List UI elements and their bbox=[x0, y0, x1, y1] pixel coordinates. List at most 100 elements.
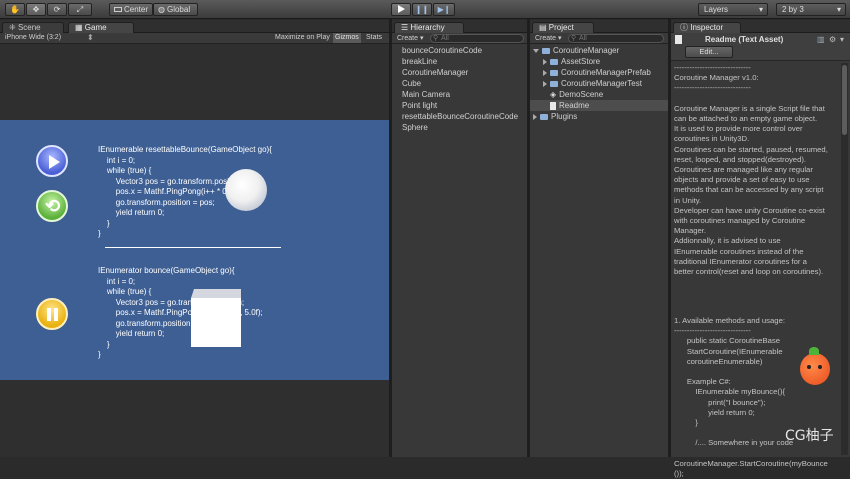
hand-tool-button[interactable]: ✋ bbox=[5, 3, 25, 16]
expand-arrow-icon[interactable] bbox=[543, 58, 547, 65]
tab-scene[interactable]: ⁜ Scene bbox=[2, 22, 64, 33]
hierarchy-item[interactable]: breakLine bbox=[392, 56, 522, 67]
pause-circle-button[interactable] bbox=[36, 298, 68, 330]
pause-icon: ❙❙ bbox=[415, 5, 429, 14]
dropdown-arrow-icon: ▾ bbox=[836, 5, 841, 14]
project-item-label: CoroutineManagerTest bbox=[561, 79, 642, 88]
cube-object[interactable] bbox=[191, 289, 241, 347]
folder-icon bbox=[550, 80, 558, 87]
inspector-header: Readme (Text Asset) ▥ ⚙ ▾ Edit... bbox=[671, 33, 850, 61]
gear-icon[interactable]: ⚙ bbox=[829, 35, 836, 44]
project-item-label: Plugins bbox=[551, 112, 578, 121]
tab-inspector[interactable]: ⓘ Inspector bbox=[673, 22, 741, 33]
hierarchy-item[interactable]: Point light bbox=[392, 100, 522, 111]
asset-title: Readme (Text Asset) bbox=[705, 35, 784, 44]
book-icon[interactable]: ▥ bbox=[817, 35, 825, 44]
project-item-label: CoroutineManagerPrefab bbox=[561, 68, 651, 77]
project-item-label: Readme bbox=[559, 101, 590, 110]
project-item[interactable]: CoroutineManagerTest bbox=[530, 78, 668, 89]
hierarchy-item[interactable]: resettableBounceCoroutineCode bbox=[392, 111, 522, 122]
layout-dropdown[interactable]: 2 by 3 ▾ bbox=[776, 3, 846, 16]
hierarchy-list: bounceCoroutineCode breakLine CoroutineMan… bbox=[392, 44, 527, 457]
expand-arrow-icon[interactable] bbox=[543, 69, 547, 76]
hierarchy-create-dropdown[interactable]: Create ▾ bbox=[397, 34, 423, 42]
project-item[interactable]: ◈ DemoScene bbox=[530, 89, 668, 100]
hierarchy-subbar: Create ▾ ⚲ All bbox=[392, 33, 527, 44]
project-subbar: Create ▾ ⚲ All bbox=[530, 33, 668, 44]
hierarchy-item[interactable]: Cube bbox=[392, 78, 522, 89]
watermark-logo bbox=[790, 345, 840, 405]
edit-button[interactable]: Edit... bbox=[685, 46, 733, 58]
hand-icon: ✋ bbox=[10, 5, 20, 14]
game-icon: ▦ bbox=[75, 23, 85, 32]
maximize-on-play-toggle[interactable]: Maximize on Play bbox=[275, 34, 330, 41]
expand-arrow-icon[interactable] bbox=[533, 48, 539, 53]
more-icon[interactable]: ▾ bbox=[840, 35, 844, 44]
project-item[interactable]: AssetStore bbox=[530, 56, 668, 67]
scene-icon: ◈ bbox=[550, 90, 557, 99]
project-search-input[interactable]: ⚲ All bbox=[568, 34, 664, 43]
expand-arrow-icon[interactable] bbox=[543, 80, 547, 87]
tab-project[interactable]: ▤ Project bbox=[532, 22, 594, 33]
hierarchy-tabbar: ☰ Hierarchy bbox=[392, 20, 527, 33]
scale-icon: ⤢ bbox=[76, 5, 84, 14]
gizmos-toggle[interactable]: Gizmos bbox=[333, 33, 361, 43]
reset-circle-button[interactable]: ⟲ bbox=[36, 190, 68, 222]
aspect-dropdown[interactable]: iPhone Wide (3:2) bbox=[5, 34, 61, 41]
hierarchy-item[interactable]: bounceCoroutineCode bbox=[392, 45, 522, 56]
scrollbar-thumb[interactable] bbox=[842, 65, 847, 135]
project-item[interactable]: CoroutineManager bbox=[530, 45, 668, 56]
expand-arrow-icon[interactable] bbox=[533, 113, 537, 120]
project-item-label: DemoScene bbox=[559, 90, 604, 99]
code-line: int i = 0; bbox=[98, 276, 136, 286]
code-line: } bbox=[98, 350, 101, 359]
play-button[interactable] bbox=[391, 3, 411, 16]
folder-icon bbox=[540, 113, 548, 120]
search-icon: ⚲ bbox=[433, 35, 439, 42]
pause-button[interactable]: ❙❙ bbox=[412, 3, 432, 16]
text-asset-icon bbox=[675, 35, 685, 45]
list-icon: ☰ bbox=[401, 23, 411, 32]
folder-icon bbox=[542, 47, 550, 54]
inspector-tabbar: ⓘ Inspector bbox=[671, 20, 850, 33]
hierarchy-search-input[interactable]: ⚲ All bbox=[430, 34, 524, 43]
step-button[interactable]: ▶❙ bbox=[433, 3, 455, 16]
project-tree: CoroutineManager AssetStore CoroutineManag… bbox=[530, 44, 668, 457]
tab-hierarchy[interactable]: ☰ Hierarchy bbox=[394, 22, 464, 33]
project-tabbar: ▤ Project bbox=[530, 20, 668, 33]
text-asset-icon bbox=[550, 101, 556, 110]
rotate-tool-button[interactable]: ⟳ bbox=[47, 3, 67, 16]
hierarchy-item[interactable]: Main Camera bbox=[392, 89, 522, 100]
main-toolbar: ✋ ✥ ⟳ ⤢ Center ◍ Global ❙❙ ▶❙ Layers ▾ 2 b… bbox=[0, 0, 850, 19]
scale-tool-button[interactable]: ⤢ bbox=[68, 3, 92, 16]
project-item[interactable]: Readme bbox=[530, 100, 668, 111]
project-item[interactable]: Plugins bbox=[530, 111, 668, 122]
pivot-global-button[interactable]: ◍ Global bbox=[153, 3, 198, 16]
code-line: IEnumerator bounce(GameObject go){ bbox=[98, 266, 235, 275]
project-item[interactable]: CoroutineManagerPrefab bbox=[530, 67, 668, 78]
move-icon: ✥ bbox=[32, 5, 40, 14]
watermark-text: CG柚子 bbox=[785, 428, 834, 444]
hierarchy-item[interactable]: CoroutineManager bbox=[392, 67, 522, 78]
step-icon: ▶❙ bbox=[437, 5, 451, 14]
tab-game[interactable]: ▦ Game bbox=[68, 22, 134, 33]
reset-icon: ⟲ bbox=[45, 196, 61, 216]
sphere-object[interactable] bbox=[225, 169, 267, 211]
readme-body: ------------------------------ Coroutine… bbox=[674, 63, 828, 277]
game-options-bar: iPhone Wide (3:2) ⬍ Maximize on Play Giz… bbox=[0, 33, 389, 44]
play-icon bbox=[49, 155, 60, 169]
break-line bbox=[105, 247, 281, 248]
inspector-scrollbar[interactable] bbox=[841, 63, 848, 455]
pivot-center-button[interactable]: Center bbox=[109, 3, 153, 16]
game-canvas[interactable]: ⟲ IEnumerable resettableBounce(GameObjec… bbox=[0, 120, 389, 380]
hierarchy-item[interactable]: Sphere bbox=[392, 122, 522, 133]
scene-icon: ⁜ bbox=[9, 23, 18, 32]
stats-toggle[interactable]: Stats bbox=[366, 34, 382, 41]
project-create-dropdown[interactable]: Create ▾ bbox=[535, 34, 561, 42]
move-tool-button[interactable]: ✥ bbox=[26, 3, 46, 16]
dropdown-arrow-icon: ▾ bbox=[758, 5, 763, 14]
project-item-label: CoroutineManager bbox=[553, 46, 620, 55]
folder-tab-icon: ▤ bbox=[539, 23, 549, 32]
layers-dropdown[interactable]: Layers ▾ bbox=[698, 3, 768, 16]
play-circle-button[interactable] bbox=[36, 145, 68, 177]
